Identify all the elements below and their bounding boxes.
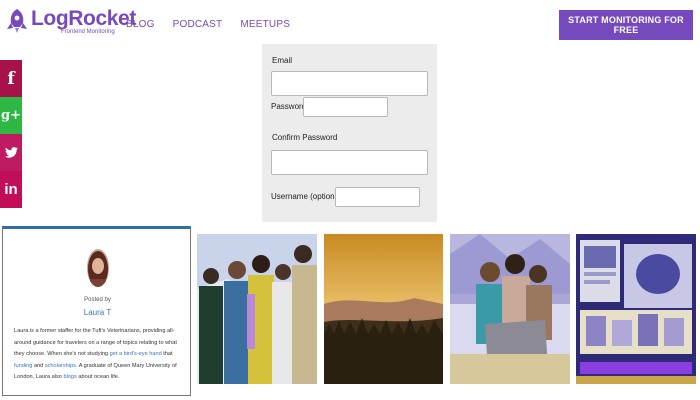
bio-link[interactable]: blogs xyxy=(63,374,76,380)
article-thumbnail-sunset[interactable] xyxy=(324,234,443,384)
linkedin-share-button[interactable]: in xyxy=(0,171,22,208)
google-plus-share-button[interactable]: g+ xyxy=(0,97,22,134)
password-field[interactable] xyxy=(303,97,388,117)
bio-link[interactable]: scholarships xyxy=(45,363,76,369)
author-name-link[interactable]: Laura T xyxy=(3,308,192,317)
confirm-password-field[interactable] xyxy=(271,150,428,175)
social-share-bar: f g+ in xyxy=(0,60,22,208)
logo-wordmark: LogRocket xyxy=(31,7,136,30)
bio-text: that xyxy=(163,351,173,357)
article-thumbnail-friends[interactable] xyxy=(197,234,317,384)
bio-text: about ocean life. xyxy=(76,374,120,380)
password-label: Password xyxy=(271,102,307,111)
twitter-icon xyxy=(4,147,18,158)
facebook-share-button[interactable]: f xyxy=(0,60,22,97)
logrocket-logo[interactable]: LogRocket Frontend Monitoring xyxy=(6,8,136,35)
twitter-share-button[interactable] xyxy=(0,134,22,171)
signup-form: Email Password Confirm Password Username… xyxy=(262,44,437,222)
google-plus-icon: g+ xyxy=(1,108,21,123)
username-label: Username (optional) xyxy=(271,192,344,201)
linkedin-icon: in xyxy=(4,181,18,198)
email-field[interactable] xyxy=(271,71,428,96)
author-avatar xyxy=(87,249,109,287)
main-nav: BLOG PODCAST MEETUPS xyxy=(126,19,290,30)
posted-by-label: Posted by xyxy=(84,297,111,303)
nav-meetups-link[interactable]: MEETUPS xyxy=(240,19,290,30)
bio-link[interactable]: funding xyxy=(14,363,32,369)
article-thumbnail-dashboard[interactable] xyxy=(576,234,696,384)
logo-tagline: Frontend Monitoring xyxy=(61,29,115,35)
site-header: LogRocket Frontend Monitoring BLOG PODCA… xyxy=(0,0,700,50)
email-label: Email xyxy=(272,56,293,65)
nav-blog-link[interactable]: BLOG xyxy=(126,19,155,30)
facebook-icon: f xyxy=(7,68,15,89)
bio-link[interactable]: get a bird's-eye hand xyxy=(110,351,162,357)
article-thumbnail-laptop[interactable] xyxy=(450,234,570,384)
author-bio: Laura is a former staffer for the Tuft's… xyxy=(14,326,184,384)
author-card: Posted by Laura T Laura is a former staf… xyxy=(2,226,191,396)
nav-podcast-link[interactable]: PODCAST xyxy=(173,19,223,30)
confirm-password-label: Confirm Password xyxy=(272,133,338,142)
bio-text: and xyxy=(32,362,45,369)
rocket-logo-icon xyxy=(7,9,27,33)
start-monitoring-button[interactable]: START MONITORING FOR FREE xyxy=(559,10,693,40)
username-field[interactable] xyxy=(335,187,420,207)
